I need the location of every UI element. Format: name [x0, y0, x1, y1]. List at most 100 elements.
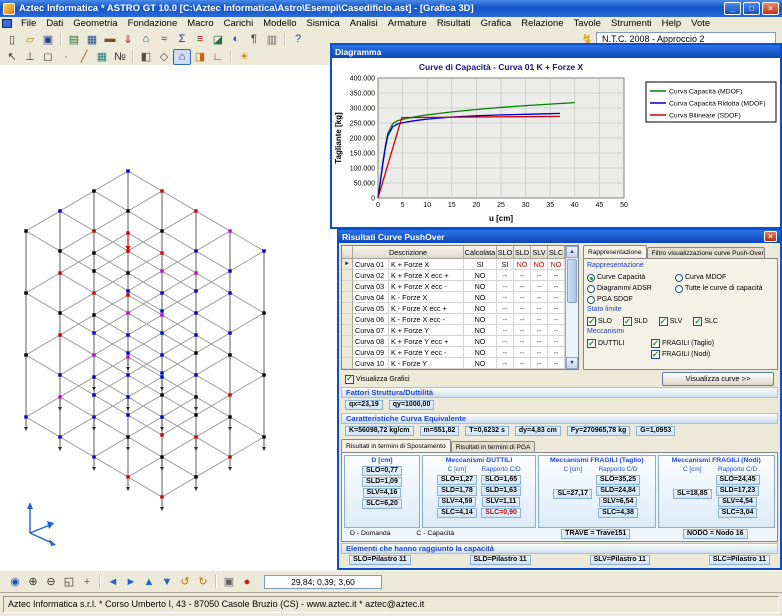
select-icon[interactable]: ↖ — [3, 49, 21, 65]
report-icon[interactable]: ¶ — [245, 31, 263, 47]
table-row[interactable]: Curva 06K - Forze X ecc -NO-------- — [342, 314, 578, 325]
table-row[interactable]: Curva 05K - Forze X ecc +NO-------- — [342, 303, 578, 314]
radio-diagrammi-adsr[interactable]: Diagrammi ADSR — [587, 285, 675, 293]
menu-item-carichi[interactable]: Carichi — [219, 17, 259, 30]
checkbox[interactable] — [651, 350, 660, 359]
new-document-icon[interactable]: ▯ — [3, 31, 21, 47]
menu-item-sismica[interactable]: Sismica — [301, 17, 344, 30]
zoom-extents-icon[interactable]: ◻ — [39, 49, 57, 65]
menu-item-strumenti[interactable]: Strumenti — [606, 17, 657, 30]
menu-item-dati[interactable]: Dati — [41, 17, 68, 30]
chart-icon[interactable]: ◐ — [227, 31, 245, 47]
radio-button[interactable] — [587, 285, 595, 293]
table-row[interactable]: Curva 04K - Forze XNO-------- — [342, 292, 578, 303]
close-button[interactable]: × — [762, 2, 779, 15]
menu-item-grafica[interactable]: Grafica — [476, 17, 517, 30]
table-row[interactable]: Curva 03K + Forze X ecc -NO-------- — [342, 281, 578, 292]
column-header-sld[interactable]: SLD — [514, 246, 531, 259]
radio-button[interactable] — [675, 285, 683, 293]
radio-curve-capacit[interactable]: Curve Capacità — [587, 274, 675, 282]
risultati-title-bar[interactable]: Risultati Curve PushOver × — [339, 230, 780, 243]
zoom-out-icon[interactable]: ⊖ — [42, 574, 60, 590]
foundation-icon[interactable]: ▬ — [101, 31, 119, 47]
menu-item-geometria[interactable]: Geometria — [68, 17, 122, 30]
axes-icon[interactable]: ⊥ — [21, 49, 39, 65]
checkbox[interactable] — [693, 317, 702, 326]
menu-item-vote[interactable]: Vote — [686, 17, 715, 30]
results-icon[interactable]: ◪ — [209, 31, 227, 47]
radio-button[interactable] — [587, 274, 595, 282]
light-icon[interactable]: ☀ — [235, 49, 253, 65]
scrollbar-thumb[interactable] — [567, 259, 577, 303]
visualizza-curve-button[interactable]: Visualizza curve >> — [662, 372, 774, 386]
colors-icon[interactable]: ◨ — [191, 49, 209, 65]
zoom-in-icon[interactable]: ⊕ — [24, 574, 42, 590]
menu-item-armature[interactable]: Armature — [383, 17, 432, 30]
menu-item-fondazione[interactable]: Fondazione — [123, 17, 183, 30]
checkbox-duttili[interactable]: DUTTILI — [587, 339, 651, 348]
menu-item-file[interactable]: File — [16, 17, 41, 30]
frame-3d-icon[interactable]: ⌂ — [173, 49, 191, 65]
section-cut-icon[interactable]: ∟ — [209, 49, 227, 65]
table-row[interactable]: Curva 09K + Forze Y ecc -NO-------- — [342, 347, 578, 358]
checkbox-slv[interactable]: SLV — [659, 317, 683, 326]
checkbox-slo[interactable]: SLO — [587, 317, 612, 326]
table-row[interactable]: Curva 08K + Forze Y ecc +NO-------- — [342, 336, 578, 347]
radio-button[interactable] — [675, 274, 683, 282]
checkbox[interactable] — [659, 317, 668, 326]
menu-item-modello[interactable]: Modello — [258, 17, 301, 30]
loads-icon[interactable]: ⇓ — [119, 31, 137, 47]
beams-view-icon[interactable]: ╱ — [75, 49, 93, 65]
world-view-icon[interactable]: ◉ — [6, 574, 24, 590]
checkbox-fragili-nodi[interactable]: FRAGILI (Nodi) — [651, 350, 710, 359]
model-icon[interactable]: ⌂ — [137, 31, 155, 47]
checkbox-sld[interactable]: SLD — [623, 317, 648, 326]
table-row[interactable]: Curva 07K + Forze YNO-------- — [342, 325, 578, 336]
scroll-down-button[interactable]: ▼ — [566, 357, 578, 369]
tables-icon[interactable]: ▥ — [263, 31, 281, 47]
checkbox[interactable] — [345, 375, 354, 384]
data-input-icon[interactable]: ▤ — [65, 31, 83, 47]
save-icon[interactable]: ▣ — [39, 31, 57, 47]
record-icon[interactable]: ● — [238, 574, 256, 590]
wireframe-view-icon[interactable]: ◇ — [155, 49, 173, 65]
table-row[interactable]: Curva 10K - Forze YNO-------- — [342, 358, 578, 369]
column-header-calcolata[interactable]: Calcolata — [464, 246, 497, 259]
geometry-icon[interactable]: ▦ — [83, 31, 101, 47]
menu-item-relazione[interactable]: Relazione — [516, 17, 568, 30]
restore-button[interactable]: □ — [743, 2, 760, 15]
radio-pga-sdof[interactable]: PGA SDOF — [587, 296, 675, 304]
checkbox-fragili-taglio[interactable]: FRAGILI (Taglio) — [651, 339, 714, 348]
menu-item-macro[interactable]: Macro — [182, 17, 218, 30]
move-left-icon[interactable]: ◄ — [104, 574, 122, 590]
rotate-ccw-icon[interactable]: ↺ — [176, 574, 194, 590]
checkbox[interactable] — [587, 317, 596, 326]
checkbox[interactable] — [587, 339, 596, 348]
nodes-view-icon[interactable]: ∙ — [57, 49, 75, 65]
zoom-window-icon[interactable]: ◱ — [60, 574, 78, 590]
table-scrollbar[interactable]: ▲ ▼ — [565, 246, 578, 369]
checkbox-visualizza-grafici[interactable]: Visualizza Grafici — [345, 375, 410, 384]
minimize-button[interactable]: _ — [724, 2, 741, 15]
3d-viewport[interactable] — [0, 65, 334, 570]
column-header-slc[interactable]: SLC — [548, 246, 565, 259]
camera-icon[interactable]: ▣ — [220, 574, 238, 590]
open-icon[interactable]: ▱ — [21, 31, 39, 47]
checkbox[interactable] — [623, 317, 632, 326]
column-header-marker[interactable] — [342, 246, 353, 259]
solid-view-icon[interactable]: ◧ — [137, 49, 155, 65]
pan-icon[interactable]: + — [78, 574, 96, 590]
menu-item-tavole[interactable]: Tavole — [569, 17, 606, 30]
column-header-slv[interactable]: SLV — [531, 246, 548, 259]
table-row[interactable]: Curva 02K + Forze X ecc +NO-------- — [342, 270, 578, 281]
risultati-close-button[interactable]: × — [764, 231, 777, 242]
column-header-slo[interactable]: SLO — [497, 246, 514, 259]
menu-item-risultati[interactable]: Risultati — [432, 17, 476, 30]
tab-rappresentazione[interactable]: Rappresentazione — [583, 245, 647, 259]
radio-curva-mdof[interactable]: Curva MDOF — [675, 274, 726, 282]
scroll-up-button[interactable]: ▲ — [566, 246, 578, 258]
radio-button[interactable] — [587, 296, 595, 304]
checkbox[interactable] — [651, 339, 660, 348]
seismic-icon[interactable]: ≈ — [155, 31, 173, 47]
numbering-icon[interactable]: № — [111, 49, 129, 65]
